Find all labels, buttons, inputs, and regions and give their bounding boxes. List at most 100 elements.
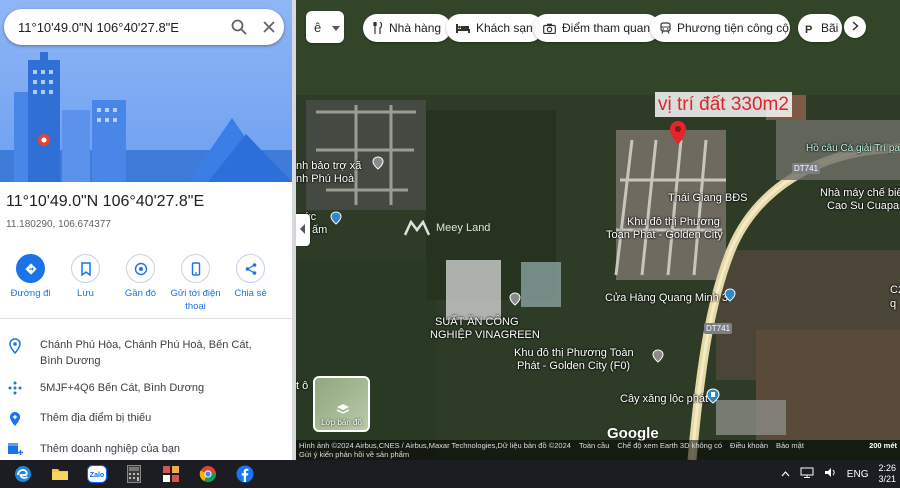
map-label[interactable]: Hồ câu Cá giải Trí pa xyxy=(806,142,900,155)
nearby-icon xyxy=(126,254,155,283)
add-place-icon xyxy=(0,410,30,427)
category-label: Nhà hàng xyxy=(389,21,442,35)
privacy-link[interactable]: Bảo mật xyxy=(776,441,804,450)
share-button[interactable]: Chia sẻ xyxy=(223,254,278,313)
send-to-phone-button[interactable]: Gửi tới điện thoại xyxy=(168,254,223,313)
red-pin-icon[interactable] xyxy=(669,120,687,151)
nearby-button[interactable]: Gần đó xyxy=(113,254,168,313)
input-language[interactable]: ENG xyxy=(847,469,869,480)
search-box[interactable]: 11°10'49.0"N 106°40'27.8"E xyxy=(4,9,284,45)
map-label[interactable]: Nhà máy chế biế xyxy=(820,187,900,200)
place-title: 11°10'49.0"N 106°40'27.8"E xyxy=(6,193,205,210)
chips-scroll-right-button[interactable] xyxy=(844,16,866,38)
close-icon[interactable] xyxy=(254,12,284,42)
action-label: Chia sẻ xyxy=(234,288,267,299)
zalo-label: Zalo xyxy=(89,472,103,479)
chevron-down-icon xyxy=(332,20,340,35)
add-business-text: Thêm doanh nghiệp của bạn xyxy=(40,443,181,455)
poi-pin-icon[interactable] xyxy=(372,156,384,175)
volume-icon[interactable] xyxy=(824,467,837,481)
plus-code-icon xyxy=(0,380,30,395)
satellite-map[interactable]: ê Nhà hàng Khách sạn Điểm tham quan Phươ… xyxy=(296,0,900,460)
map-label[interactable]: SUẤT ĂN CÔNG xyxy=(435,316,519,329)
action-label: Gửi tới điện thoại xyxy=(170,288,221,312)
search-input[interactable]: 11°10'49.0"N 106°40'27.8"E xyxy=(18,20,224,35)
map-label[interactable]: ấm xyxy=(312,224,327,237)
chevron-up-icon[interactable] xyxy=(781,469,790,480)
address-text: Chánh Phú Hòa, Chánh Phú Hoà, Bến Cát, B… xyxy=(40,339,252,367)
category-transit-chip[interactable]: Phương tiện công cộ... xyxy=(650,14,790,42)
category-label: Điểm tham quan xyxy=(562,21,651,35)
bookmark-icon xyxy=(71,254,100,283)
chrome-icon[interactable] xyxy=(189,460,226,488)
category-restaurants-chip[interactable]: Nhà hàng xyxy=(363,14,452,42)
collapse-panel-button[interactable] xyxy=(296,214,310,246)
map-label[interactable]: Cao Su Cuaparis xyxy=(827,200,900,213)
system-tray: ENG 2:26 3/21 xyxy=(781,460,900,488)
share-icon xyxy=(236,254,265,283)
global-link[interactable]: Toàn cầu xyxy=(579,441,609,450)
calculator-icon[interactable] xyxy=(115,460,152,488)
poi-pin-icon[interactable] xyxy=(509,292,521,311)
map-label[interactable]: nh bảo trợ xã xyxy=(296,160,361,173)
category-attractions-chip[interactable]: Điểm tham quan xyxy=(533,14,661,42)
map-attribution-bar: Hình ảnh ©2024 Airbus,CNES / Airbus,Maxa… xyxy=(296,440,900,460)
terms-link[interactable]: Điều khoản xyxy=(730,441,768,450)
map-label[interactable]: Cây xăng lộc phát xyxy=(620,393,708,406)
map-label[interactable]: nh Phú Hoà xyxy=(296,173,354,186)
language-chip[interactable]: ê xyxy=(306,11,344,43)
action-label: Lưu xyxy=(77,288,94,299)
search-icon[interactable] xyxy=(224,12,254,42)
edge-icon[interactable] xyxy=(4,460,41,488)
gas-station-pin-icon[interactable] xyxy=(706,388,720,409)
zalo-icon[interactable]: Zalo xyxy=(78,460,115,488)
map-layers-button[interactable]: Lớp bản đồ xyxy=(313,376,370,432)
add-missing-place-row[interactable]: Thêm địa điểm bị thiếu xyxy=(0,410,292,427)
map-label[interactable]: NGHIỆP VINAGREEN xyxy=(430,329,540,342)
map-label[interactable]: q xyxy=(890,298,896,311)
location-pin-icon xyxy=(0,337,30,354)
satellite-imagery xyxy=(296,0,900,460)
plus-code-row[interactable]: 5MJF+4Q6 Bến Cát, Bình Dương xyxy=(0,380,292,396)
network-icon[interactable] xyxy=(800,467,814,481)
svg-text:P: P xyxy=(805,24,812,34)
imagery-credit: Hình ảnh ©2024 Airbus,CNES / Airbus,Maxa… xyxy=(299,441,571,450)
action-bar: Đường đi Lưu Gần đó Gửi tới điện thoại C… xyxy=(0,254,292,313)
map-label[interactable]: Khu đô thị Phương Toàn xyxy=(514,347,634,360)
poi-pin-icon[interactable] xyxy=(330,211,342,230)
restaurant-icon xyxy=(373,22,383,34)
app-icon[interactable] xyxy=(152,460,189,488)
hotel-icon xyxy=(456,23,470,33)
parking-icon: P xyxy=(805,23,815,34)
map-label[interactable]: Thái Giang BĐS xyxy=(668,192,747,205)
place-panel: 11°10'49.0"N 106°40'27.8"E 11°10'49.0"N … xyxy=(0,0,292,460)
scale-bar[interactable]: 200 mét xyxy=(869,441,897,450)
feedback-link[interactable]: Gửi ý kiến phản hồi về sản phẩm xyxy=(299,450,409,459)
file-explorer-icon[interactable] xyxy=(41,460,78,488)
earth-3d-link[interactable]: Chế độ xem Earth 3D không có xyxy=(617,441,722,450)
poi-pin-icon[interactable] xyxy=(652,349,664,368)
facebook-icon[interactable] xyxy=(226,460,263,488)
clock-date: 3/21 xyxy=(878,474,896,484)
road-badge: DT741 xyxy=(792,163,821,174)
address-row[interactable]: Chánh Phú Hòa, Chánh Phú Hoà, Bến Cát, B… xyxy=(0,337,292,369)
shop-pin-icon[interactable] xyxy=(724,288,736,307)
road-badge: DT741 xyxy=(704,323,733,334)
language-chip-label: ê xyxy=(314,19,322,35)
category-parking-chip[interactable]: P Bãi xyxy=(798,14,842,42)
save-button[interactable]: Lưu xyxy=(58,254,113,313)
map-label[interactable]: C2 xyxy=(890,284,900,297)
watermark: Meey Land xyxy=(404,220,490,236)
category-label: Bãi xyxy=(821,21,839,35)
add-business-row[interactable]: Thêm doanh nghiệp của bạn xyxy=(0,441,292,457)
clock[interactable]: 2:26 3/21 xyxy=(878,463,896,485)
category-hotels-chip[interactable]: Khách sạn xyxy=(446,14,543,42)
action-label: Gần đó xyxy=(124,288,157,299)
map-label[interactable]: Phát - Golden City (F0) xyxy=(517,360,630,373)
map-label[interactable]: Cửa Hàng Quang Minh 3 xyxy=(605,292,728,305)
map-label[interactable]: Khu đô thị Phương xyxy=(627,216,720,229)
directions-button[interactable]: Đường đi xyxy=(3,254,58,313)
map-label[interactable]: Toàn Phát - Golden City xyxy=(606,229,723,242)
map-layers-label: Lớp bản đồ xyxy=(321,418,362,427)
map-label[interactable]: t ô xyxy=(296,380,308,393)
